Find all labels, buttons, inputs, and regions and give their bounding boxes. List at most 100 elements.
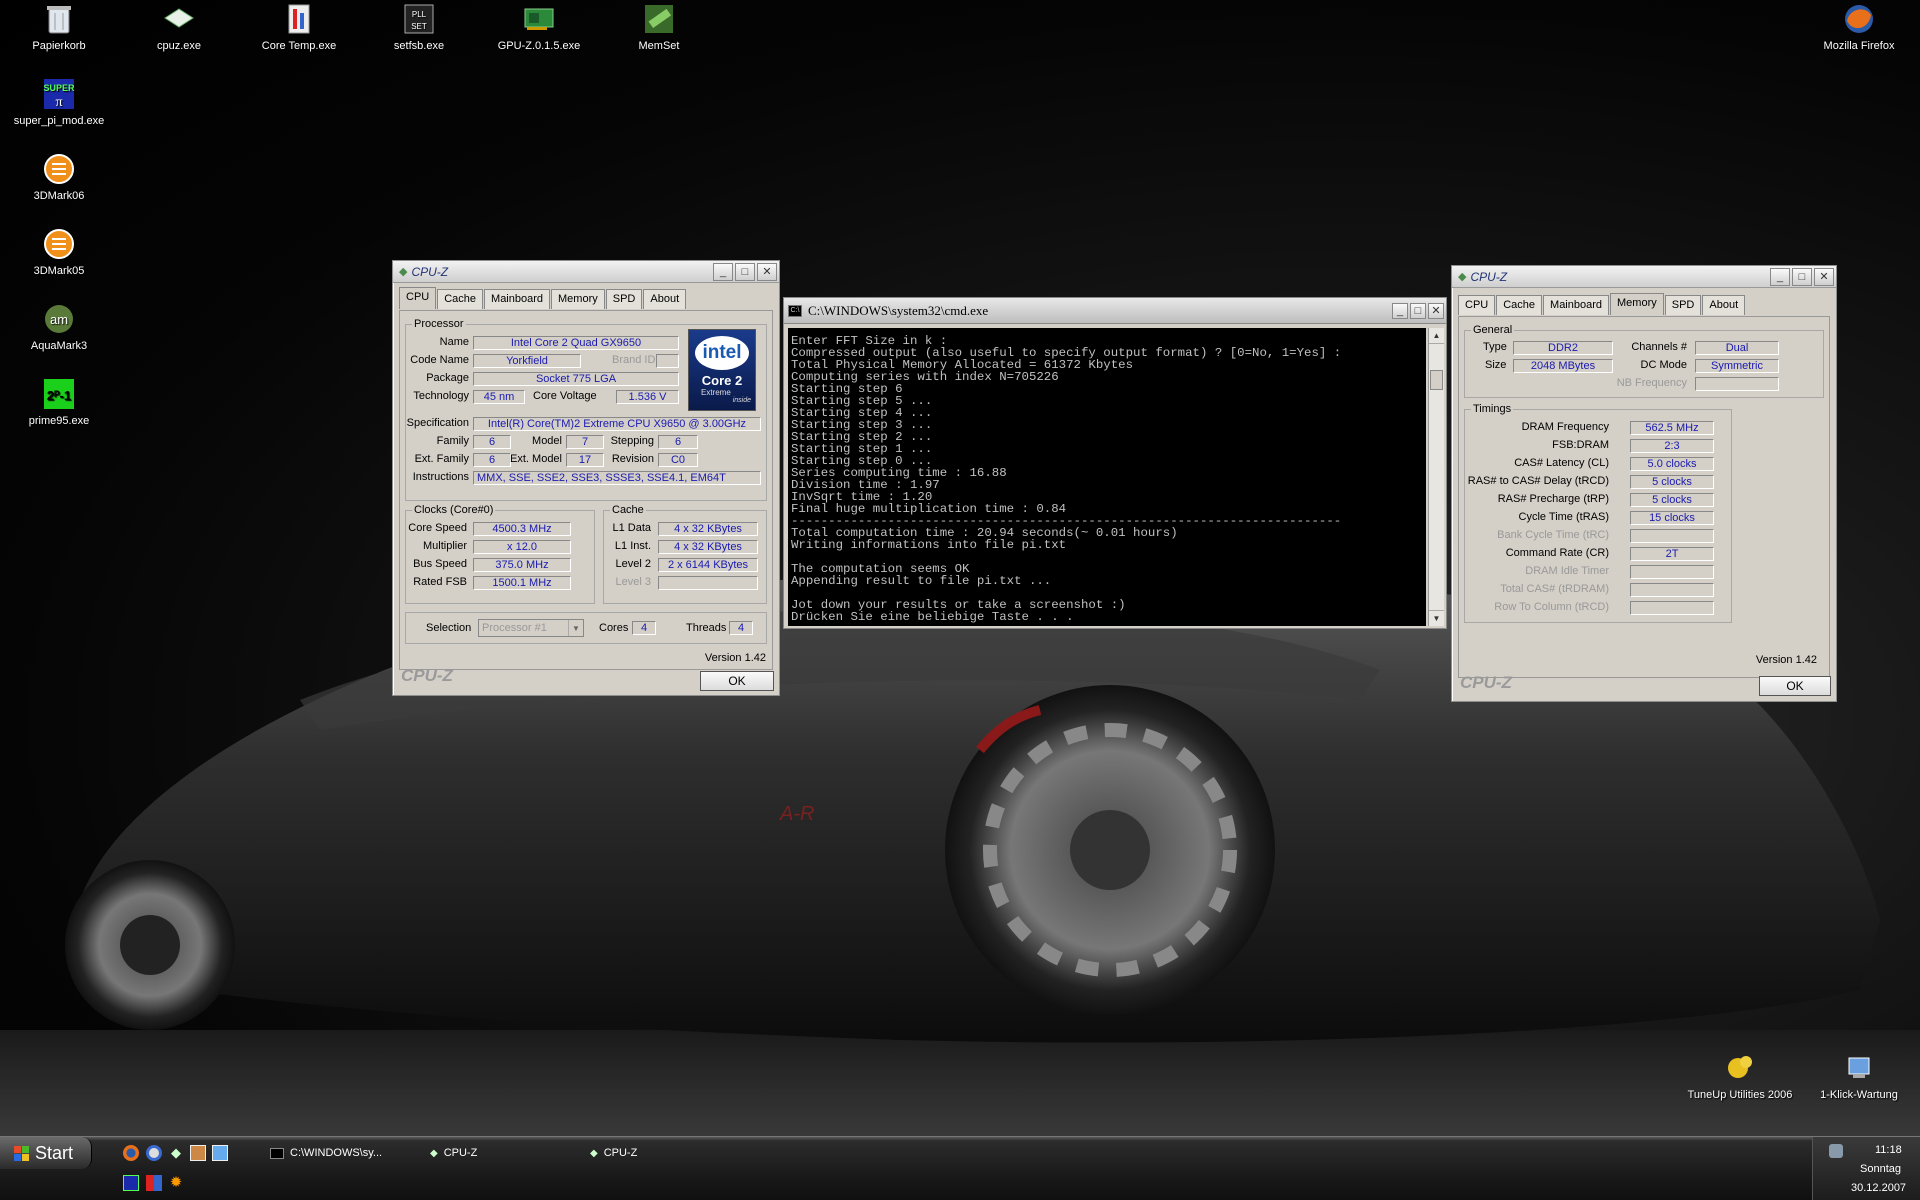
tab-mainboard[interactable]: Mainboard bbox=[484, 289, 551, 309]
revision-value: C0 bbox=[658, 453, 698, 467]
cpuz-app-icon: ◆ bbox=[1458, 271, 1467, 283]
maximize-button[interactable]: □ bbox=[1792, 267, 1812, 286]
timings-group: Timings DRAM Frequency 562.5 MHz FSB:DRA… bbox=[1464, 403, 1732, 623]
channels-value: Dual bbox=[1695, 341, 1779, 355]
package-value: Socket 775 LGA bbox=[473, 372, 679, 386]
model-value: 7 bbox=[566, 435, 604, 449]
task-label: C:\WINDOWS\sy... bbox=[290, 1147, 383, 1159]
desktop-icon-firefox[interactable]: Mozilla Firefox bbox=[1804, 2, 1914, 52]
technology-label: Technology bbox=[413, 390, 469, 402]
window-titlebar[interactable]: ◆ CPU-Z _ □ ✕ bbox=[393, 261, 779, 283]
clock-time[interactable]: 11:18 bbox=[1875, 1144, 1902, 1156]
3dmark-icon bbox=[42, 152, 76, 186]
maximize-button[interactable]: □ bbox=[1410, 302, 1426, 319]
scroll-down-arrow[interactable]: ▼ bbox=[1429, 610, 1444, 626]
coretemp-icon[interactable] bbox=[146, 1175, 162, 1191]
family-label: Family bbox=[436, 435, 469, 447]
window-titlebar[interactable]: C:\ C:\WINDOWS\system32\cmd.exe _ □ ✕ bbox=[784, 298, 1446, 324]
desktop: A-R Papierkorb cpuz.exe Core Temp.exe PL… bbox=[0, 0, 1920, 1200]
taskbar-item-cmd[interactable]: C:\WINDOWS\sy... bbox=[270, 1142, 420, 1164]
tuneup-icon bbox=[1723, 1051, 1757, 1085]
window-titlebar[interactable]: ◆ CPU-Z _ □ ✕ bbox=[1452, 266, 1836, 288]
minimize-button[interactable]: _ bbox=[1392, 302, 1408, 319]
desktop-icon-tuneup[interactable]: TuneUp Utilities 2006 bbox=[1684, 1051, 1796, 1101]
tab-mainboard[interactable]: Mainboard bbox=[1543, 295, 1610, 315]
console-output[interactable]: Enter FFT Size in k : Compressed output (… bbox=[788, 328, 1426, 626]
media-player-icon[interactable] bbox=[146, 1145, 162, 1161]
desktop-icon-3dmark06[interactable]: 3DMark06 bbox=[4, 152, 114, 202]
maximize-button[interactable]: □ bbox=[735, 262, 755, 281]
clock-date: 30.12.2007 bbox=[1851, 1182, 1907, 1194]
tab-about[interactable]: About bbox=[1702, 295, 1746, 315]
aquamark-icon: am bbox=[42, 302, 76, 336]
cpuz-icon[interactable]: ◆ bbox=[168, 1145, 184, 1161]
console-line: Appending result to file pi.txt ... bbox=[791, 574, 1052, 588]
version-label: Version 1.42 bbox=[704, 652, 766, 664]
svg-text:PLL: PLL bbox=[412, 10, 427, 19]
multiplier-value: x 12.0 bbox=[473, 540, 571, 554]
tab-memory[interactable]: Memory bbox=[1610, 293, 1664, 315]
desktop-icon-gpuz[interactable]: GPU-Z.0.1.5.exe bbox=[484, 2, 594, 52]
ok-button[interactable]: OK bbox=[1759, 676, 1831, 696]
vertical-scrollbar[interactable]: ▲ ▼ bbox=[1428, 328, 1444, 626]
trcd2-label: Row To Column (tRCD) bbox=[1494, 601, 1609, 613]
close-button[interactable]: ✕ bbox=[1814, 267, 1834, 286]
tab-panel: Processor Name Intel Core 2 Quad GX9650 … bbox=[399, 310, 773, 670]
tab-memory[interactable]: Memory bbox=[551, 289, 605, 309]
desktop-icon-label: super_pi_mod.exe bbox=[13, 115, 105, 127]
fsbdram-label: FSB:DRAM bbox=[1552, 439, 1609, 451]
app-icon[interactable] bbox=[190, 1145, 206, 1161]
selection-dropdown[interactable]: Processor #1 ▼ bbox=[478, 619, 584, 637]
tab-about[interactable]: About bbox=[643, 289, 687, 309]
taskbar-item-cpuz-2[interactable]: ◆ CPU-Z bbox=[590, 1142, 740, 1164]
ok-button[interactable]: OK bbox=[700, 671, 774, 691]
desktop-icon-aquamark3[interactable]: am AquaMark3 bbox=[4, 302, 114, 352]
cmd-app-icon: C:\ bbox=[788, 304, 802, 317]
desktop-icon-papierkorb[interactable]: Papierkorb bbox=[4, 2, 114, 52]
tab-spd[interactable]: SPD bbox=[605, 289, 643, 309]
tab-spd[interactable]: SPD bbox=[1664, 295, 1702, 315]
desktop-icon-prime95[interactable]: 2ᴾ-1 prime95.exe bbox=[4, 377, 114, 427]
level2-value: 2 x 6144 KBytes bbox=[658, 558, 758, 572]
tray-icon[interactable] bbox=[1829, 1144, 1843, 1158]
cpuz-app-icon: ◆ bbox=[399, 266, 408, 278]
dcmode-value: Symmetric bbox=[1695, 359, 1779, 373]
desktop-icon-memset[interactable]: MemSet bbox=[604, 2, 714, 52]
cr-value: 2T bbox=[1630, 547, 1714, 561]
sun-icon[interactable]: ✹ bbox=[168, 1175, 184, 1191]
desktop-icon-superpi[interactable]: SUPER π super_pi_mod.exe bbox=[4, 77, 114, 127]
level3-value bbox=[658, 576, 758, 590]
desktop-icon-3dmark05[interactable]: 3DMark05 bbox=[4, 227, 114, 277]
ratedfsb-value: 1500.1 MHz bbox=[473, 576, 571, 590]
superpi-icon[interactable] bbox=[123, 1175, 139, 1191]
window-title: C:\WINDOWS\system32\cmd.exe bbox=[808, 302, 989, 318]
close-button[interactable]: ✕ bbox=[757, 262, 777, 281]
desktop-icon-coretemp[interactable]: Core Temp.exe bbox=[244, 2, 354, 52]
tab-cache[interactable]: Cache bbox=[437, 289, 484, 309]
desktop-icon-klick-wartung[interactable]: 1-Klick-Wartung bbox=[1804, 1051, 1914, 1101]
minimize-button[interactable]: _ bbox=[1770, 267, 1790, 286]
model-label: Model bbox=[532, 435, 562, 447]
tab-cpu[interactable]: CPU bbox=[399, 287, 437, 309]
cpuz-icon: ◆ bbox=[430, 1147, 438, 1159]
network-icon[interactable] bbox=[212, 1145, 228, 1161]
desktop-icon-cpuz[interactable]: cpuz.exe bbox=[124, 2, 234, 52]
tab-cpu[interactable]: CPU bbox=[1458, 295, 1496, 315]
technology-value: 45 nm bbox=[473, 390, 525, 404]
trdram-value bbox=[1630, 583, 1714, 597]
type-label: Type bbox=[1483, 341, 1507, 353]
scroll-thumb[interactable] bbox=[1430, 370, 1443, 390]
taskbar-item-cpuz-1[interactable]: ◆ CPU-Z bbox=[430, 1142, 580, 1164]
close-button[interactable]: ✕ bbox=[1428, 302, 1444, 319]
cores-label: Cores bbox=[599, 622, 629, 634]
firefox-icon[interactable] bbox=[123, 1145, 139, 1161]
scroll-up-arrow[interactable]: ▲ bbox=[1429, 328, 1444, 344]
start-button[interactable]: Start bbox=[0, 1137, 92, 1169]
extmodel-label: Ext. Model bbox=[510, 453, 562, 465]
desktop-icon-setfsb[interactable]: PLL SET setfsb.exe bbox=[364, 2, 474, 52]
window-title: CPU-Z bbox=[411, 264, 449, 279]
trcd2-value bbox=[1630, 601, 1714, 615]
tab-cache[interactable]: Cache bbox=[1496, 295, 1543, 315]
desktop-icon-label: Papierkorb bbox=[32, 40, 86, 52]
minimize-button[interactable]: _ bbox=[713, 262, 733, 281]
